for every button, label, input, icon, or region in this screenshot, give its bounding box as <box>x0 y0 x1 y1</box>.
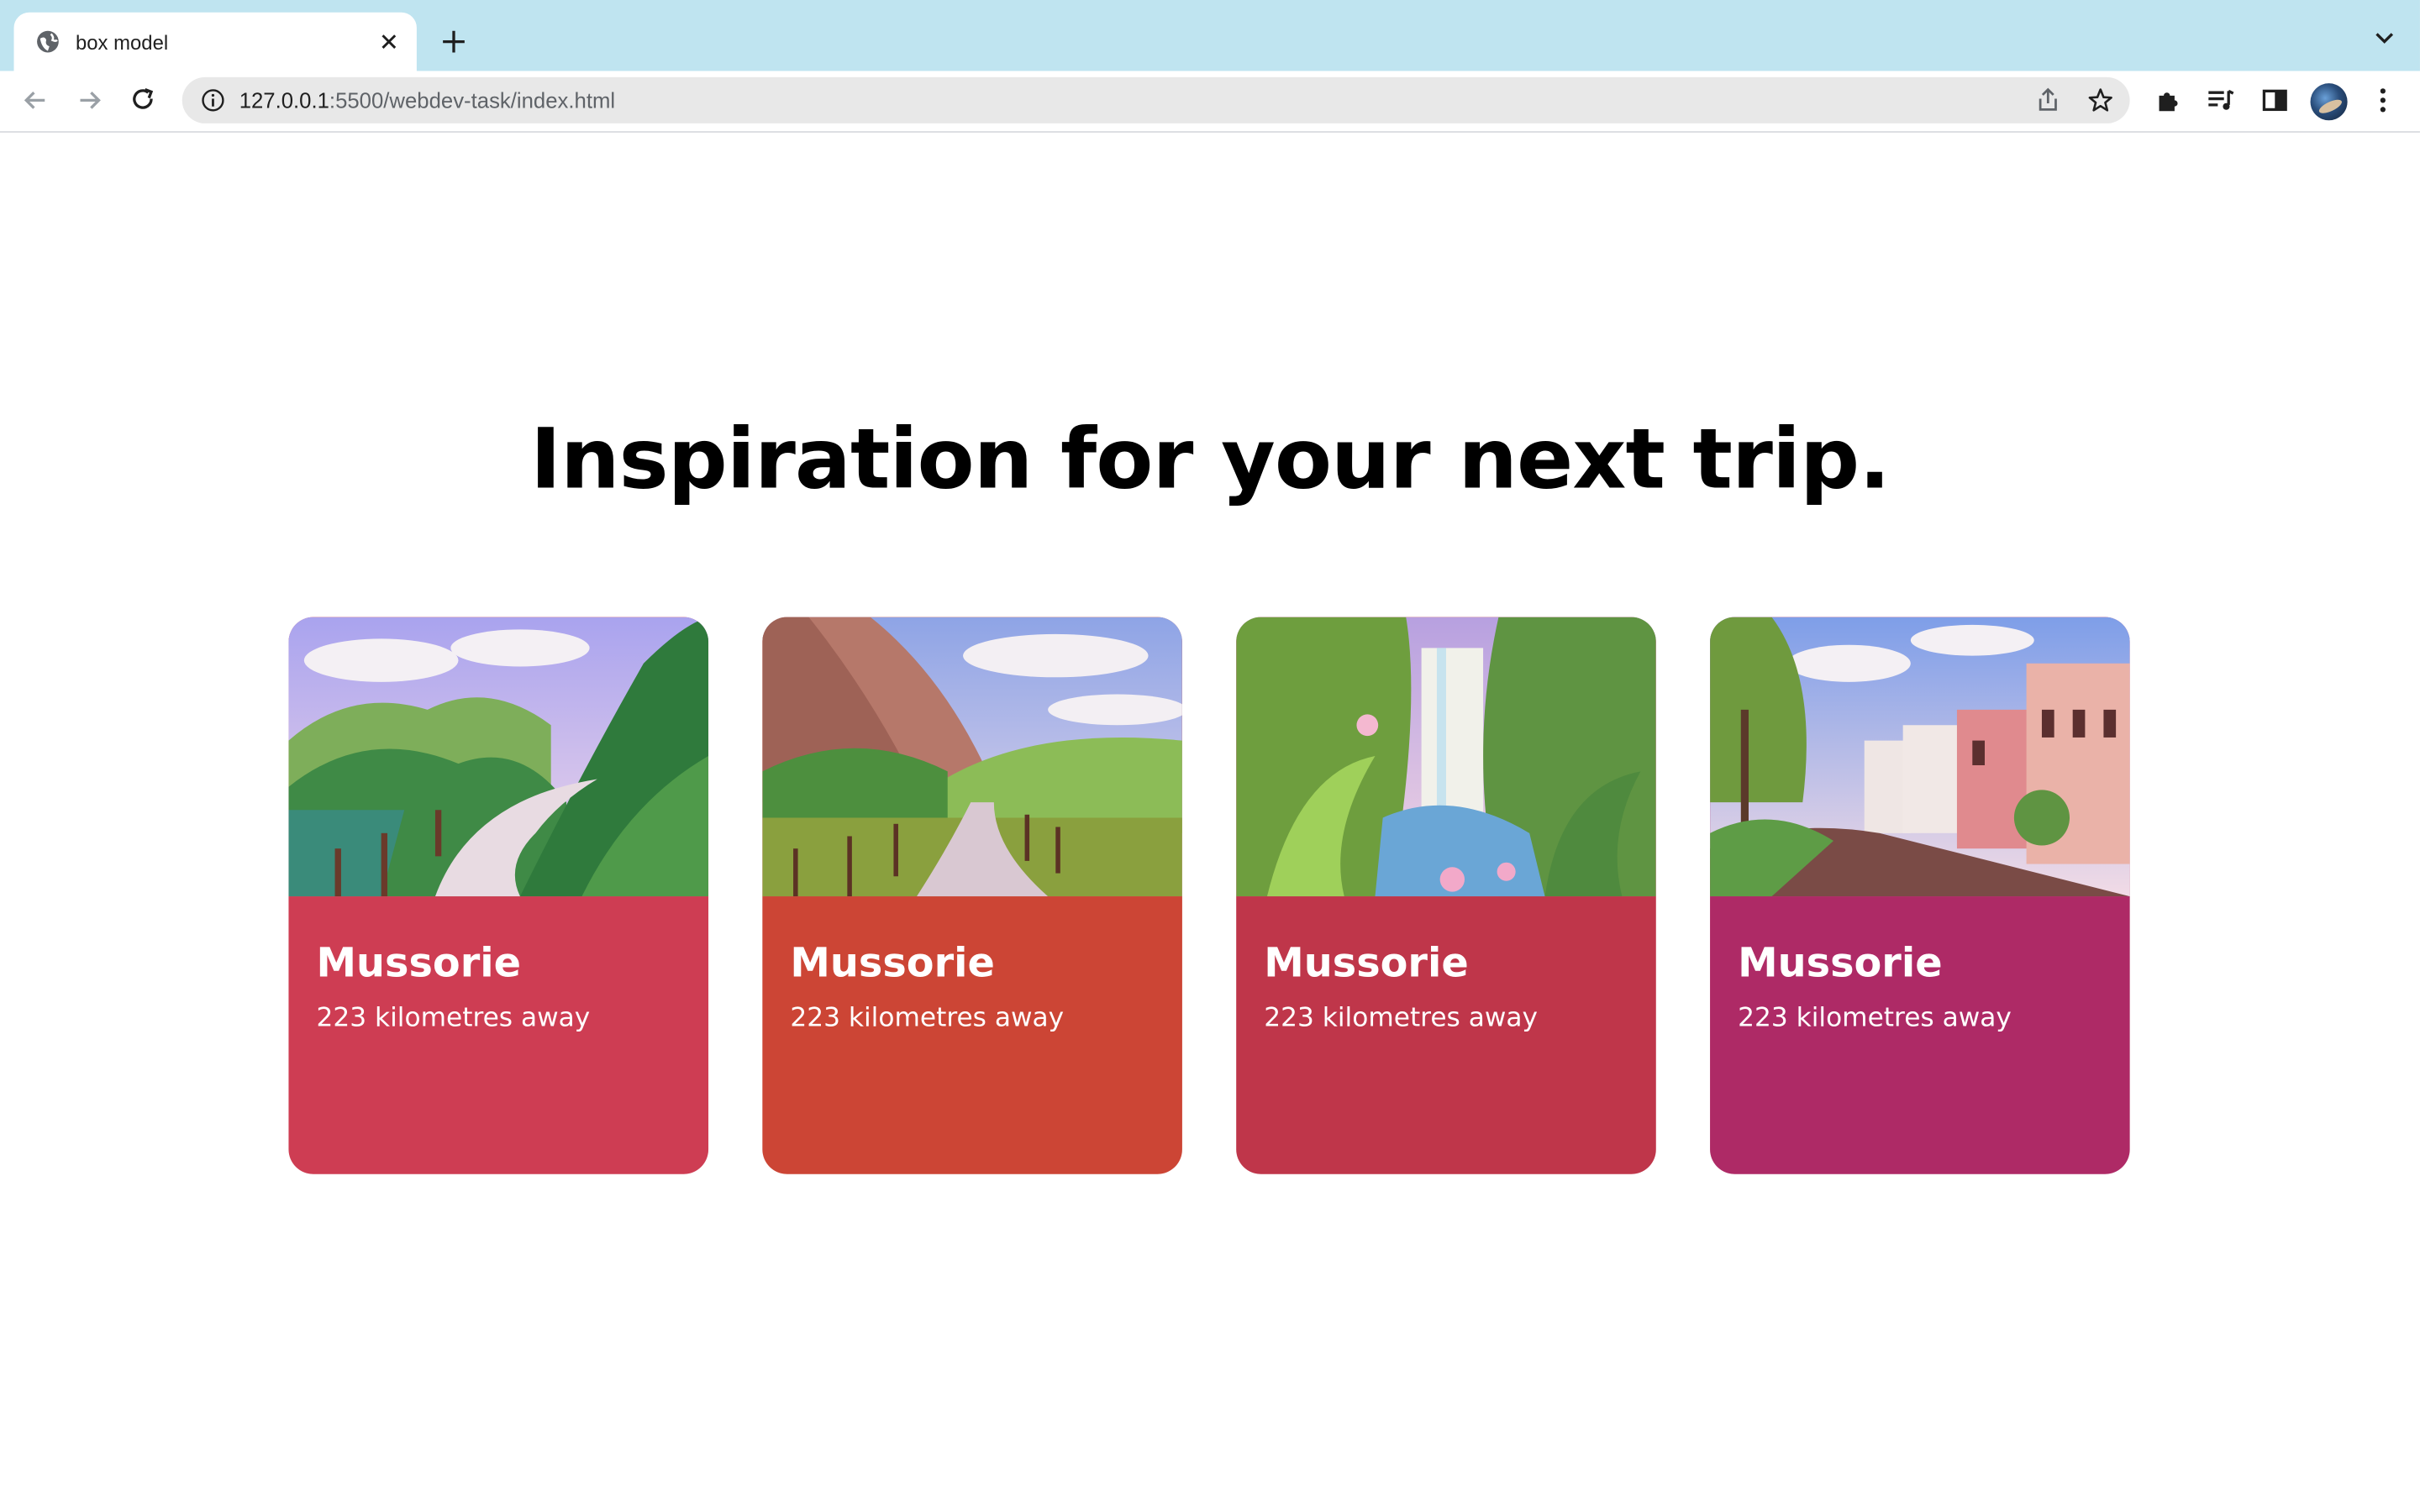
card-illustration <box>762 617 1182 897</box>
card-illustration <box>1710 617 2130 897</box>
extensions-icon[interactable] <box>2153 85 2184 116</box>
plus-icon[interactable] <box>439 26 470 57</box>
destination-card[interactable]: Mussorie 223 kilometres away <box>762 617 1182 1174</box>
card-distance: 223 kilometres away <box>790 1002 1065 1034</box>
menu-dots-icon[interactable] <box>2367 85 2398 116</box>
card-title: Mussorie <box>316 941 522 988</box>
forward-arrow-icon[interactable] <box>74 85 105 116</box>
card-distance: 223 kilometres away <box>1738 1002 2012 1034</box>
card-illustration <box>1236 617 1656 897</box>
page-content: Inspiration for your next trip. Mussorie… <box>0 132 2420 1512</box>
card-illustration <box>288 617 709 897</box>
card-distance: 223 kilometres away <box>316 1002 591 1034</box>
side-panel-icon[interactable] <box>2260 85 2291 116</box>
browser-toolbar: 127.0.0.1:5500/webdev-task/index.html <box>0 71 2420 133</box>
card-distance: 223 kilometres away <box>1264 1002 1539 1034</box>
star-icon[interactable] <box>2086 87 2114 114</box>
media-icon[interactable] <box>2206 85 2237 116</box>
url-path: :5500/webdev-task/index.html <box>329 87 616 113</box>
share-icon[interactable] <box>2034 87 2062 114</box>
back-arrow-icon[interactable] <box>20 85 51 116</box>
url-host: 127.0.0.1 <box>239 87 329 113</box>
reload-icon[interactable] <box>128 85 159 116</box>
tab-title: box model <box>75 29 169 54</box>
info-icon[interactable] <box>201 88 225 113</box>
address-url[interactable]: 127.0.0.1:5500/webdev-task/index.html <box>239 88 2034 113</box>
tab-strip: box model <box>0 0 2420 71</box>
address-bar[interactable]: 127.0.0.1:5500/webdev-task/index.html <box>182 76 2130 123</box>
profile-avatar[interactable] <box>2310 83 2348 121</box>
destination-card[interactable]: Mussorie 223 kilometres away <box>1236 617 1656 1174</box>
chevron-down-icon[interactable] <box>2374 31 2396 46</box>
page-heading: Inspiration for your next trip. <box>529 410 1891 508</box>
card-grid: Mussorie 223 kilometres away Mussorie 22… <box>288 617 2131 1174</box>
close-icon[interactable] <box>376 29 401 54</box>
globe-icon <box>37 30 59 53</box>
card-title: Mussorie <box>1264 941 1469 988</box>
destination-card[interactable]: Mussorie 223 kilometres away <box>288 617 709 1174</box>
browser-tab[interactable]: box model <box>13 12 417 71</box>
card-title: Mussorie <box>1738 941 1943 988</box>
card-title: Mussorie <box>790 941 995 988</box>
destination-card[interactable]: Mussorie 223 kilometres away <box>1710 617 2130 1174</box>
